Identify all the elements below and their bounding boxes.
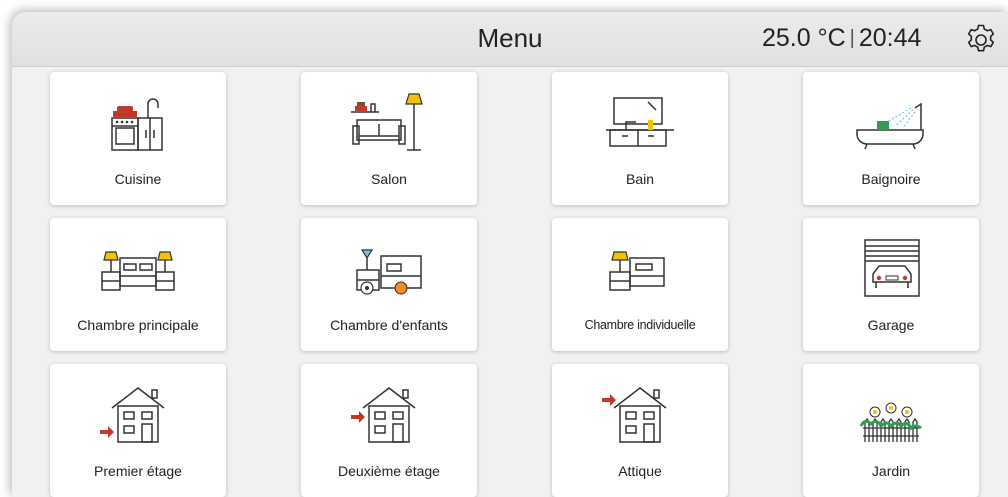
tile-label: Salon bbox=[371, 171, 407, 187]
temperature-readout: 25.0 °C bbox=[762, 24, 846, 52]
kids-room-icon bbox=[356, 249, 422, 295]
single-bedroom-icon bbox=[609, 251, 665, 291]
gear-icon[interactable] bbox=[964, 22, 998, 56]
tile-label: Garage bbox=[867, 317, 915, 333]
status-readout: 25.0 °C | 20:44 bbox=[762, 24, 921, 53]
tile-jardin[interactable]: Jardin bbox=[803, 364, 979, 497]
first-floor-house-icon bbox=[100, 387, 165, 443]
bathroom-icon bbox=[606, 97, 674, 147]
tile-deuxieme-etage[interactable]: Deuxième étage bbox=[301, 364, 477, 497]
attic-house-icon bbox=[602, 387, 667, 443]
time-readout: 20:44 bbox=[858, 24, 922, 52]
app-window: Menu 25.0 °C | 20:44 Cuisine Salon Bain … bbox=[12, 12, 1008, 497]
tile-chambre-enfants[interactable]: Chambre d'enfants bbox=[301, 218, 477, 351]
kitchen-icon bbox=[111, 98, 163, 151]
tile-label: Jardin bbox=[871, 463, 911, 479]
bathtub-icon bbox=[856, 102, 924, 150]
master-bedroom-icon bbox=[101, 251, 175, 291]
second-floor-house-icon bbox=[351, 387, 416, 443]
tile-salon[interactable]: Salon bbox=[301, 72, 477, 205]
tile-attique[interactable]: Attique bbox=[552, 364, 728, 497]
tile-chambre-principale[interactable]: Chambre principale bbox=[50, 218, 226, 351]
tile-label: Chambre individuelle bbox=[584, 318, 696, 332]
tile-bain[interactable]: Bain bbox=[552, 72, 728, 205]
tile-label: Bain bbox=[625, 171, 655, 187]
living-room-icon bbox=[351, 93, 423, 151]
tile-baignoire[interactable]: Baignoire bbox=[803, 72, 979, 205]
status-separator: | bbox=[849, 27, 855, 49]
tile-garage[interactable]: Garage bbox=[803, 218, 979, 351]
garage-icon bbox=[864, 239, 920, 297]
tile-label: Attique bbox=[618, 463, 662, 479]
tile-label: Chambre principale bbox=[77, 317, 199, 333]
tile-label: Chambre d'enfants bbox=[330, 317, 448, 333]
garden-icon bbox=[859, 402, 922, 442]
top-bar: Menu 25.0 °C | 20:44 bbox=[12, 12, 1008, 67]
tile-premier-etage[interactable]: Premier étage bbox=[50, 364, 226, 497]
tile-label: Baignoire bbox=[861, 171, 921, 187]
tile-cuisine[interactable]: Cuisine bbox=[50, 72, 226, 205]
tile-label: Cuisine bbox=[114, 171, 162, 187]
tile-label: Deuxième étage bbox=[338, 463, 440, 479]
tile-chambre-individuelle[interactable]: Chambre individuelle bbox=[552, 218, 728, 351]
tile-label: Premier étage bbox=[94, 463, 182, 479]
